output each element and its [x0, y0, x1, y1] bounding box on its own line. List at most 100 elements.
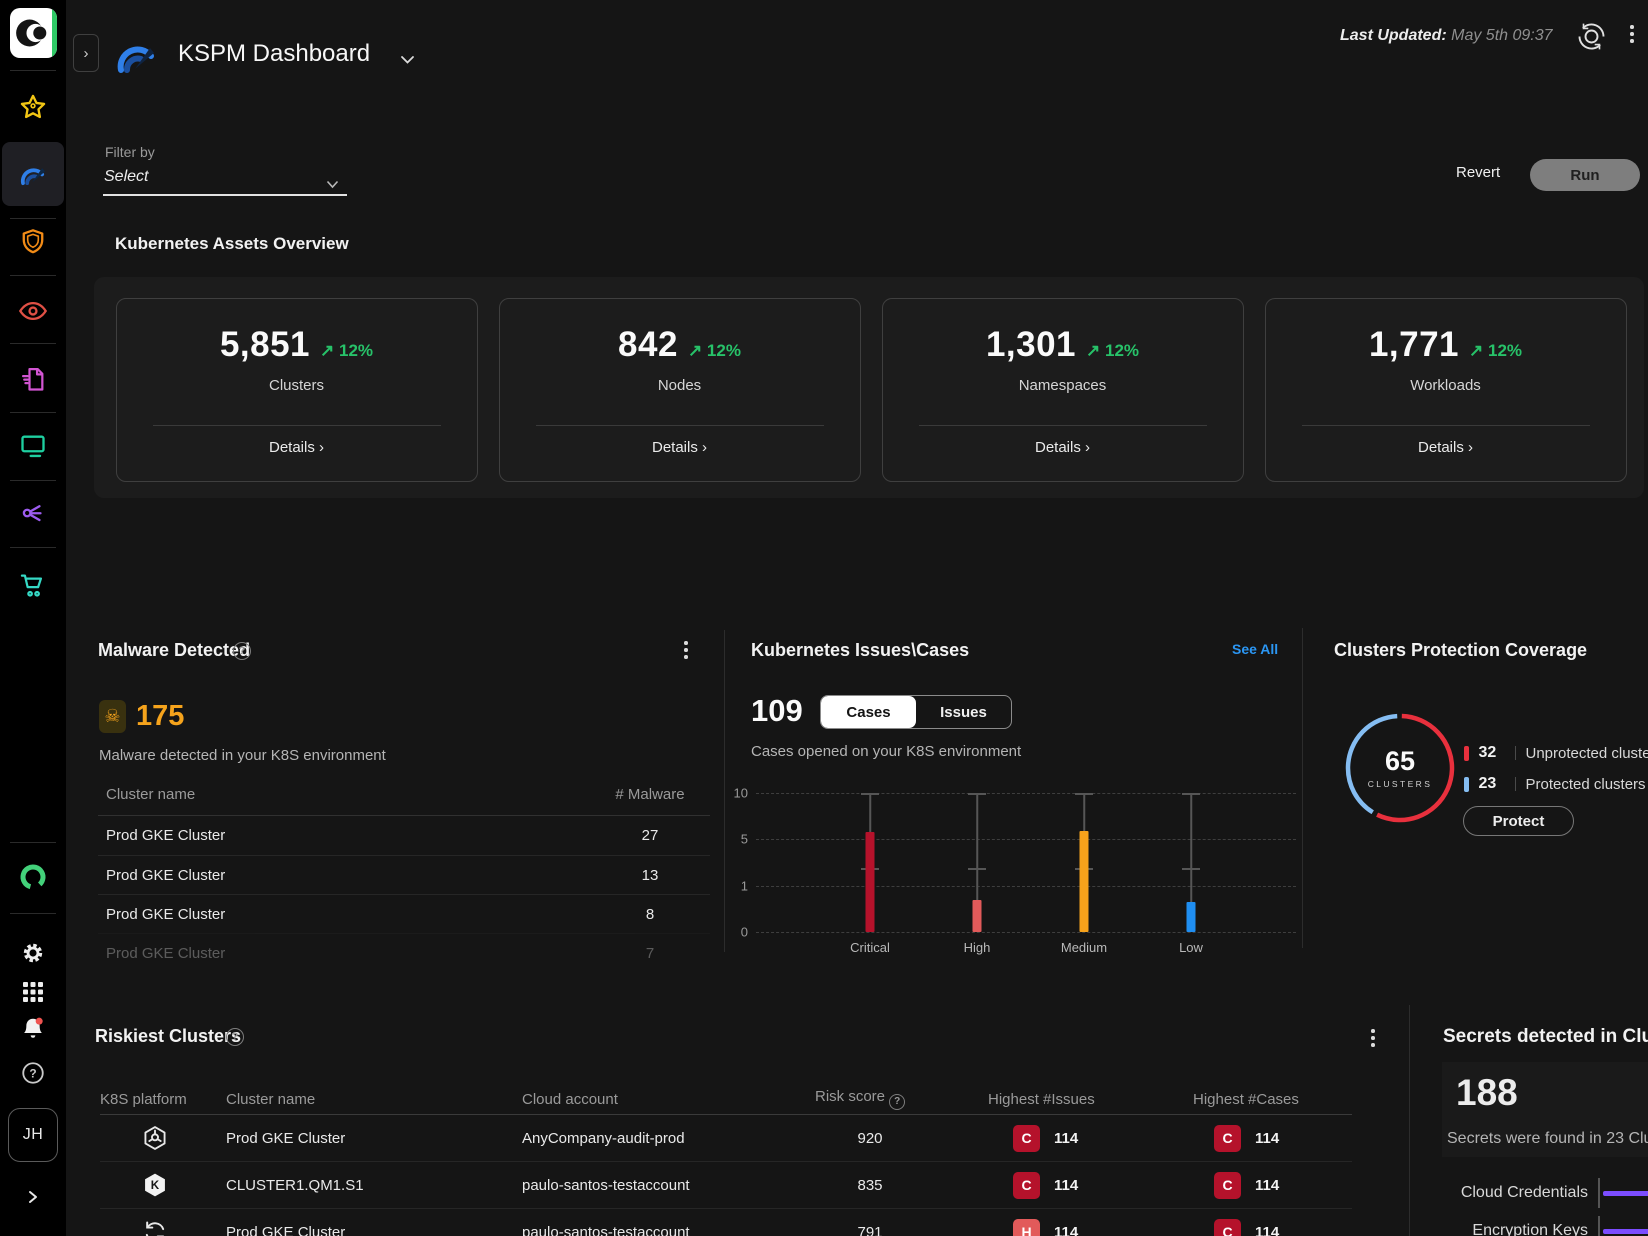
select-chevron-down-icon[interactable] — [326, 176, 339, 194]
sidebar-expand-chevron-icon[interactable] — [18, 1182, 48, 1212]
riskiest-table-row[interactable]: K CLUSTER1.QM1.S1 paulo-santos-testaccou… — [100, 1162, 1352, 1209]
revert-button[interactable]: Revert — [1448, 160, 1508, 185]
sidebar-item-shield-icon[interactable] — [18, 228, 48, 258]
select-underline — [103, 194, 347, 196]
coverage-total-label: CLUSTERS — [1342, 779, 1458, 789]
logo-glyph-icon — [14, 16, 48, 50]
see-all-link[interactable]: See All — [1232, 641, 1278, 657]
secrets-description: Secrets were found in 23 Clusters — [1447, 1130, 1648, 1148]
run-button[interactable]: Run — [1530, 159, 1640, 191]
gke-hexagon-icon — [100, 1124, 226, 1152]
sidebar-item-cart-icon[interactable] — [18, 570, 48, 600]
sidebar-item-apps-grid-icon[interactable] — [18, 977, 48, 1007]
coverage-legend-row: 23 Protected clusters — [1464, 776, 1648, 792]
sidebar-divider — [10, 343, 56, 344]
sidebar-item-eye-icon[interactable] — [18, 296, 48, 326]
riskiest-row-cases: C 114 — [1193, 1219, 1352, 1236]
dashboard-gauge-icon — [113, 36, 159, 81]
malware-table-row[interactable]: Prod GKE Cluster 13 — [98, 855, 710, 894]
protect-button[interactable]: Protect — [1463, 806, 1574, 836]
details-link[interactable]: Details › — [883, 439, 1243, 456]
chart-category-label: High — [937, 940, 1017, 955]
asset-card-clusters: 5,851 ↗ 12% Clusters Details › — [116, 298, 478, 482]
severity-badge: C — [1013, 1125, 1040, 1152]
details-link[interactable]: Details › — [1266, 439, 1626, 456]
tab-issues[interactable]: Issues — [916, 696, 1011, 728]
sidebar-item-bell-icon[interactable] — [18, 1014, 48, 1044]
trend-up-icon: ↗ — [1469, 341, 1483, 360]
sidebar-item-share-network-icon[interactable] — [18, 498, 48, 528]
asset-card-label: Nodes — [500, 377, 860, 394]
sidebar-divider — [10, 547, 56, 548]
sidebar-item-star-icon[interactable] — [18, 92, 48, 122]
tab-cases[interactable]: Cases — [821, 696, 916, 728]
details-link[interactable]: Details › — [500, 439, 860, 456]
severity-badge: H — [1013, 1219, 1040, 1236]
issues-count: 114 — [1054, 1130, 1078, 1147]
sidebar-divider — [10, 480, 56, 481]
refresh-icon[interactable] — [1575, 20, 1608, 58]
last-updated-label: Last Updated: — [1340, 27, 1447, 44]
malware-table-row[interactable]: Prod GKE Cluster 7 — [98, 933, 710, 972]
cases-issues-toggle: Cases Issues — [820, 695, 1012, 729]
sidebar-item-gear-icon[interactable] — [18, 938, 48, 968]
legend-label: Unprotected clusters — [1526, 745, 1648, 762]
malware-row-cluster: Prod GKE Cluster — [106, 867, 225, 884]
range-cap — [1182, 793, 1200, 795]
asset-card-delta: ↗ 12% — [320, 341, 373, 361]
secrets-chart-row[interactable]: Encryption Keys — [1443, 1216, 1648, 1236]
asset-card-value: 1,301 — [986, 325, 1076, 365]
collapse-panel-button[interactable]: › — [73, 34, 99, 72]
malware-panel-title: Malware Detected — [98, 640, 250, 661]
panel-divider — [1302, 628, 1303, 948]
sidebar-item-dashboard-gauge-icon[interactable] — [18, 159, 48, 189]
chevron-right-icon: › — [702, 439, 707, 456]
coverage-legend: 32 Unprotected clusters 23 Protected clu… — [1464, 745, 1648, 807]
secrets-category-label: Encryption Keys — [1443, 1222, 1588, 1236]
trend-up-icon: ↗ — [1086, 341, 1100, 360]
sidebar-item-help-icon[interactable]: ? — [18, 1058, 48, 1088]
cases-count: 114 — [1255, 1177, 1279, 1194]
malware-table-row[interactable]: Prod GKE Cluster 8 — [98, 894, 710, 933]
riskiest-row-issues: C 114 — [988, 1125, 1193, 1152]
riskiest-table-row[interactable]: Prod GKE Cluster paulo-santos-testaccoun… — [100, 1209, 1352, 1236]
chart-category-label: Medium — [1044, 940, 1124, 955]
riskiest-kebab-menu-icon[interactable] — [1371, 1029, 1375, 1047]
severity-bar — [1080, 831, 1089, 932]
sidebar-item-monitor-icon[interactable] — [18, 431, 48, 461]
secrets-category-label: Cloud Credentials — [1443, 1184, 1588, 1202]
riskiest-row-account: AnyCompany-audit-prod — [522, 1130, 815, 1147]
riskiest-row-issues: H 114 — [988, 1219, 1193, 1236]
skull-icon: ☠ — [99, 700, 126, 733]
avatar[interactable]: JH — [8, 1108, 58, 1162]
malware-kebab-menu-icon[interactable] — [684, 641, 688, 659]
filter-select-dropdown[interactable]: Select — [104, 168, 148, 186]
riskiest-col-4: Highest #Issues — [988, 1091, 1193, 1108]
header-kebab-menu-icon[interactable] — [1630, 25, 1634, 43]
chart-gridline — [756, 886, 1296, 887]
cases-count: 114 — [1255, 1130, 1279, 1147]
details-link[interactable]: Details › — [117, 439, 477, 456]
trend-up-icon: ↗ — [320, 341, 334, 360]
secrets-chart-row[interactable]: Cloud Credentials — [1443, 1178, 1648, 1208]
risk-score-help-icon[interactable]: ? — [889, 1094, 905, 1110]
severity-bar — [866, 832, 875, 932]
sidebar-divider — [10, 275, 56, 276]
riskiest-row-cluster: Prod GKE Cluster — [226, 1130, 522, 1147]
riskiest-table-row[interactable]: Prod GKE Cluster AnyCompany-audit-prod 9… — [100, 1115, 1352, 1162]
cases-count: 114 — [1255, 1224, 1279, 1236]
malware-row-count: 13 — [590, 867, 710, 884]
riskiest-help-icon[interactable]: ? — [226, 1028, 244, 1046]
malware-help-icon[interactable]: ? — [233, 642, 251, 660]
malware-description: Malware detected in your K8S environment — [99, 747, 386, 764]
chart-category-label: Low — [1151, 940, 1231, 955]
riskiest-row-score: 920 — [815, 1130, 925, 1147]
sidebar-item-ring-icon[interactable] — [18, 862, 48, 892]
title-chevron-down-icon[interactable] — [400, 52, 415, 70]
sidebar-item-document-icon[interactable] — [18, 364, 48, 394]
asset-card-namespaces: 1,301 ↗ 12% Namespaces Details › — [882, 298, 1244, 482]
app-logo[interactable] — [10, 8, 57, 58]
malware-col-cluster: Cluster name — [106, 786, 195, 803]
malware-table-row[interactable]: Prod GKE Cluster 27 — [98, 816, 710, 855]
sidebar: ? JH — [0, 0, 66, 1236]
